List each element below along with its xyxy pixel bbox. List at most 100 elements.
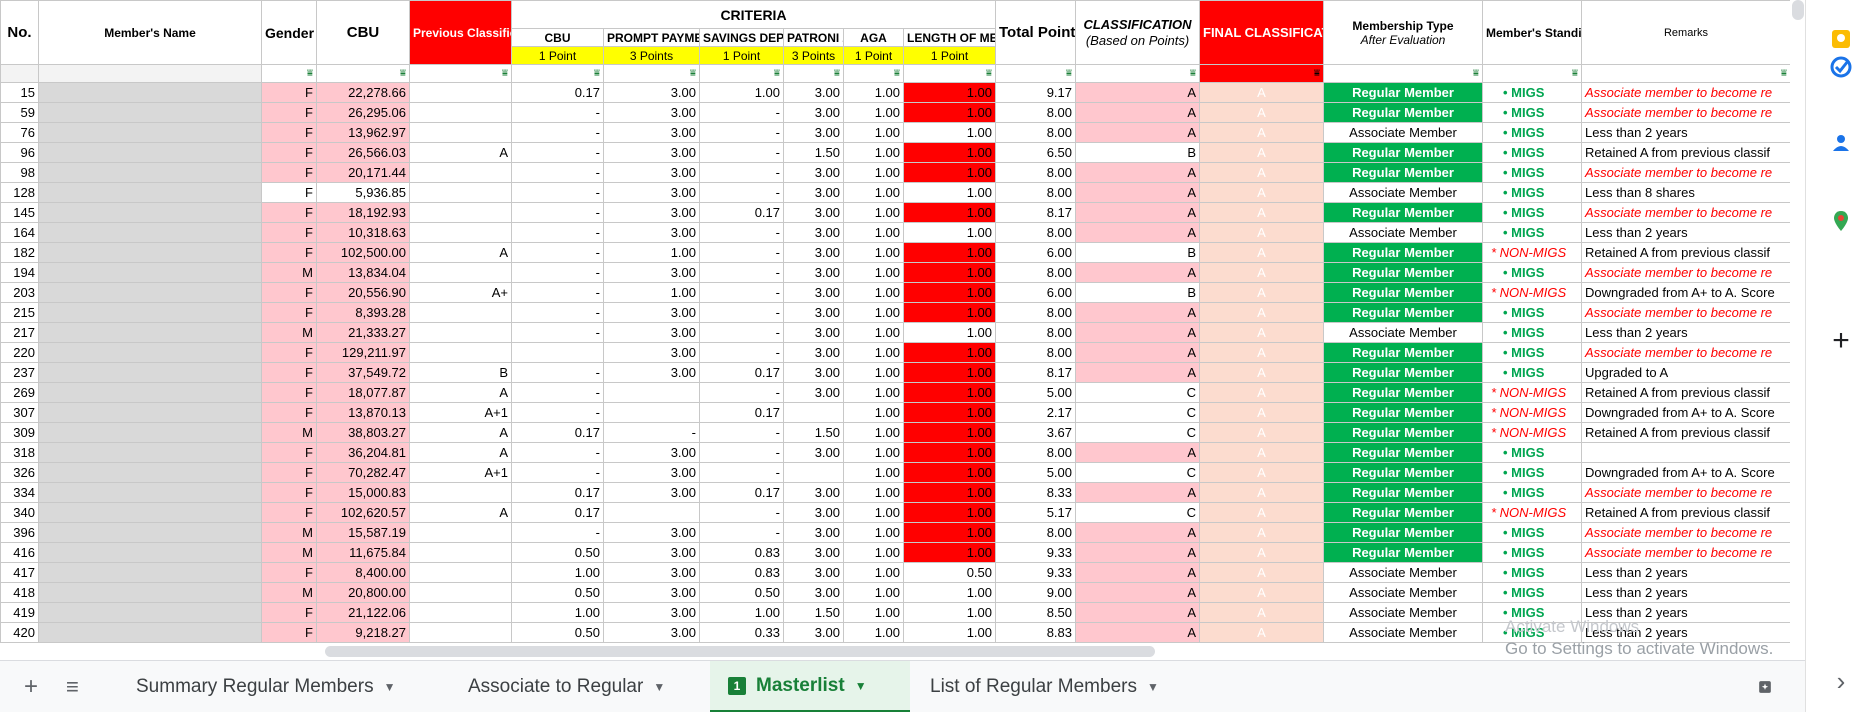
cell-patronization[interactable]: 3.00: [783, 82, 844, 103]
cell-membership-type[interactable]: Regular Member: [1323, 522, 1483, 543]
cell-membership-type[interactable]: Regular Member: [1323, 302, 1483, 323]
cell-no[interactable]: 164: [0, 222, 39, 243]
cell-criteria-cbu[interactable]: -: [511, 102, 604, 123]
cell-cbu[interactable]: 9,218.27: [316, 622, 410, 643]
cell-remarks[interactable]: Associate member to become re: [1581, 102, 1790, 123]
cell-cbu[interactable]: 11,675.84: [316, 542, 410, 563]
cell-prompt-payment[interactable]: 1.00: [603, 282, 700, 303]
cell-cbu[interactable]: 21,333.27: [316, 322, 410, 343]
cell-gender[interactable]: F: [261, 462, 317, 483]
cell-length-of-membership[interactable]: 1.00: [903, 102, 996, 123]
cell-total-points[interactable]: 8.33: [995, 482, 1076, 503]
cell-no[interactable]: 128: [0, 182, 39, 203]
cell-members-standing[interactable]: • MIGS: [1482, 562, 1582, 583]
filter-button-col-2[interactable]: [38, 64, 262, 83]
cell-savings-deposit[interactable]: -: [699, 242, 784, 263]
cell-members-standing[interactable]: • MIGS: [1482, 522, 1582, 543]
cell-no[interactable]: 145: [0, 202, 39, 223]
cell-length-of-membership[interactable]: 1.00: [903, 402, 996, 423]
cell-gender[interactable]: M: [261, 582, 317, 603]
cell-length-of-membership[interactable]: 1.00: [903, 202, 996, 223]
cell-member-name-redacted[interactable]: [38, 202, 262, 223]
collapse-panel-icon[interactable]: ›: [1828, 666, 1854, 696]
maps-icon[interactable]: [1828, 208, 1854, 234]
cell-membership-type[interactable]: Regular Member: [1323, 422, 1483, 443]
cell-classification[interactable]: A: [1075, 302, 1200, 323]
cell-member-name-redacted[interactable]: [38, 222, 262, 243]
cell-membership-type[interactable]: Associate Member: [1323, 122, 1483, 143]
cell-member-name-redacted[interactable]: [38, 122, 262, 143]
cell-criteria-cbu[interactable]: 1.00: [511, 562, 604, 583]
cell-cbu[interactable]: 102,500.00: [316, 242, 410, 263]
cell-total-points[interactable]: 8.00: [995, 322, 1076, 343]
cell-cbu[interactable]: 26,566.03: [316, 142, 410, 163]
cell-aga[interactable]: 1.00: [843, 402, 904, 423]
cell-member-name-redacted[interactable]: [38, 282, 262, 303]
cell-members-standing[interactable]: • MIGS: [1482, 262, 1582, 283]
table-row[interactable]: 307 F 13,870.13 A+1-0.17 1.00 1.00 2.17 C A Regul…: [0, 402, 1790, 423]
cell-gender[interactable]: F: [261, 302, 317, 323]
cell-savings-deposit[interactable]: -: [699, 502, 784, 523]
cell-patronization[interactable]: 3.00: [783, 242, 844, 263]
cell-criteria-cbu[interactable]: -: [511, 462, 604, 483]
tab-caret-icon[interactable]: ▼: [653, 680, 665, 694]
cell-criteria-cbu[interactable]: 0.17: [511, 422, 604, 443]
cell-cbu[interactable]: 15,587.19: [316, 522, 410, 543]
cell-criteria-cbu[interactable]: -: [511, 382, 604, 403]
cell-member-name-redacted[interactable]: [38, 302, 262, 323]
cell-no[interactable]: 203: [0, 282, 39, 303]
table-row[interactable]: 15 F 22,278.66 0.17 3.00 1.00 3.00 1.00 1.00 9.17…: [0, 82, 1790, 103]
cell-final-classification[interactable]: A: [1199, 242, 1324, 263]
cell-final-classification[interactable]: A: [1199, 302, 1324, 323]
cell-membership-type[interactable]: Regular Member: [1323, 82, 1483, 103]
cell-total-points[interactable]: 9.17: [995, 82, 1076, 103]
cell-length-of-membership[interactable]: 1.00: [903, 222, 996, 243]
cell-remarks[interactable]: Associate member to become re: [1581, 202, 1790, 223]
cell-no[interactable]: 334: [0, 482, 39, 503]
cell-previous-classification[interactable]: [409, 162, 512, 183]
cell-total-points[interactable]: 6.00: [995, 242, 1076, 263]
cell-member-name-redacted[interactable]: [38, 382, 262, 403]
cell-criteria-cbu[interactable]: 0.17: [511, 502, 604, 523]
filter-button-col-14[interactable]: ⩸: [1199, 64, 1324, 83]
cell-final-classification[interactable]: A: [1199, 182, 1324, 203]
spreadsheet-grid[interactable]: No. Member's Name Gender CBU Previous Cl…: [0, 0, 1790, 660]
cell-aga[interactable]: 1.00: [843, 422, 904, 443]
cell-member-name-redacted[interactable]: [38, 542, 262, 563]
cell-cbu[interactable]: 20,800.00: [316, 582, 410, 603]
table-row[interactable]: 237 F 37,549.72 B -3.00 0.17 3.00 1.00 1.00 8.17 A…: [0, 362, 1790, 383]
cell-membership-type[interactable]: Regular Member: [1323, 162, 1483, 183]
cell-patronization[interactable]: 3.00: [783, 582, 844, 603]
cell-no[interactable]: 418: [0, 582, 39, 603]
cell-classification[interactable]: A: [1075, 522, 1200, 543]
filter-button-col-17[interactable]: ⩸: [1581, 64, 1790, 83]
cell-membership-type[interactable]: Associate Member: [1323, 562, 1483, 583]
cell-final-classification[interactable]: A: [1199, 342, 1324, 363]
cell-aga[interactable]: 1.00: [843, 302, 904, 323]
cell-final-classification[interactable]: A: [1199, 362, 1324, 383]
cell-membership-type[interactable]: Regular Member: [1323, 102, 1483, 123]
cell-criteria-cbu[interactable]: -: [511, 442, 604, 463]
cell-patronization[interactable]: 3.00: [783, 542, 844, 563]
cell-no[interactable]: 419: [0, 602, 39, 623]
cell-members-standing[interactable]: • MIGS: [1482, 302, 1582, 323]
cell-no[interactable]: 318: [0, 442, 39, 463]
cell-length-of-membership[interactable]: 1.00: [903, 162, 996, 183]
cell-cbu[interactable]: 18,192.93: [316, 202, 410, 223]
cell-length-of-membership[interactable]: 1.00: [903, 122, 996, 143]
cell-final-classification[interactable]: A: [1199, 142, 1324, 163]
cell-savings-deposit[interactable]: -: [699, 522, 784, 543]
cell-length-of-membership[interactable]: 1.00: [903, 462, 996, 483]
cell-prompt-payment[interactable]: 3.00: [603, 522, 700, 543]
cell-gender[interactable]: F: [261, 182, 317, 203]
cell-member-name-redacted[interactable]: [38, 402, 262, 423]
cell-criteria-cbu[interactable]: -: [511, 162, 604, 183]
cell-remarks[interactable]: Associate member to become re: [1581, 82, 1790, 103]
cell-aga[interactable]: 1.00: [843, 142, 904, 163]
cell-classification[interactable]: A: [1075, 122, 1200, 143]
cell-previous-classification[interactable]: [409, 482, 512, 503]
table-row[interactable]: 326 F 70,282.47 A+1-3.00-1.00 1.00 5.00 C A Regu…: [0, 462, 1790, 483]
cell-remarks[interactable]: Associate member to become re: [1581, 522, 1790, 543]
cell-members-standing[interactable]: * NON-MIGS: [1482, 242, 1582, 263]
cell-previous-classification[interactable]: [409, 262, 512, 283]
